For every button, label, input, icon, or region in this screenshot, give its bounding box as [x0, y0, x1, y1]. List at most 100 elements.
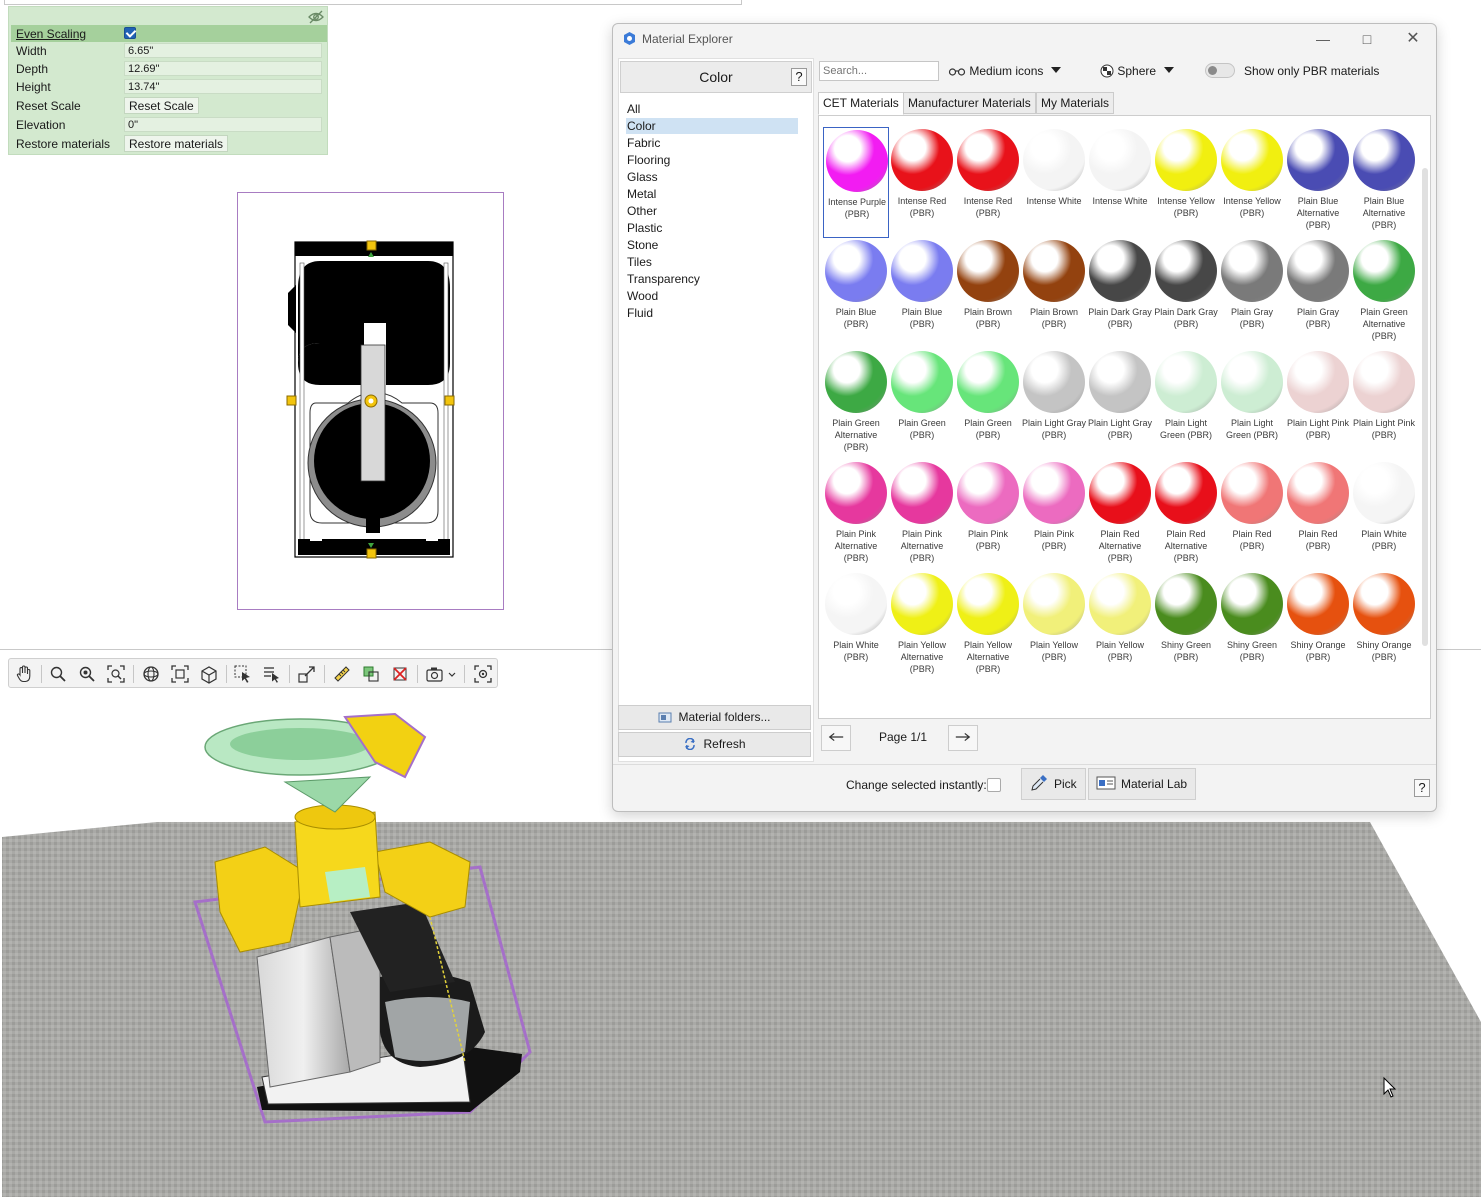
material-tile[interactable]: Intense Purple (PBR): [1351, 116, 1417, 127]
help-button-bottom[interactable]: ?: [1414, 779, 1430, 797]
category-fluid[interactable]: Fluid: [626, 305, 798, 321]
material-tile[interactable]: Intense Cyan (PBR): [1021, 116, 1087, 127]
material-tile[interactable]: Intense Blue (PBR): [823, 116, 889, 127]
material-tile[interactable]: Plain Brown (PBR): [955, 238, 1021, 349]
hand-pan-icon[interactable]: [13, 663, 35, 685]
material-tile[interactable]: Plain Gray (PBR): [1219, 238, 1285, 349]
material-tile[interactable]: Plain Pink (PBR): [955, 460, 1021, 571]
material-tile[interactable]: Plain Green (PBR): [955, 349, 1021, 460]
maximize-icon[interactable]: □: [1353, 28, 1381, 50]
material-tile[interactable]: Plain Light Gray (PBR): [1021, 349, 1087, 460]
minimize-icon[interactable]: —: [1309, 28, 1337, 50]
tab-my-materials[interactable]: My Materials: [1036, 92, 1115, 114]
depth-field[interactable]: 12.69": [124, 61, 322, 76]
material-tile[interactable]: Plain Green Alternative (PBR): [823, 349, 889, 460]
material-tile[interactable]: Plain Yellow Alternative (PBR): [955, 571, 1021, 682]
help-button[interactable]: ?: [791, 68, 807, 86]
next-page-button[interactable]: [948, 725, 978, 751]
material-tile[interactable]: Intense White: [1087, 127, 1153, 238]
pick-button[interactable]: Pick: [1021, 768, 1086, 800]
prev-page-button[interactable]: [821, 725, 851, 751]
material-tile[interactable]: Plain White (PBR): [1351, 460, 1417, 571]
material-tile[interactable]: Intense Orange (PBR): [1219, 116, 1285, 127]
material-tile[interactable]: Plain Red Alternative (PBR): [1087, 460, 1153, 571]
width-field[interactable]: 6.65": [124, 43, 322, 58]
category-wood[interactable]: Wood: [626, 288, 798, 304]
zoom-icon[interactable]: [47, 663, 69, 685]
reset-scale-button[interactable]: Reset Scale: [124, 97, 199, 114]
material-tile[interactable]: Plain Light Green (PBR): [1219, 349, 1285, 460]
even-scaling-checkbox[interactable]: [124, 27, 136, 39]
hide-panel-icon[interactable]: [307, 9, 325, 25]
delete-tool-icon[interactable]: [389, 663, 411, 685]
select-list-icon[interactable]: [261, 663, 283, 685]
refresh-button[interactable]: Refresh: [618, 732, 811, 757]
fit-selection-icon[interactable]: [169, 663, 191, 685]
material-tile[interactable]: Shiny Green (PBR): [1219, 571, 1285, 682]
close-icon[interactable]: ✕: [1399, 28, 1427, 50]
category-plastic[interactable]: Plastic: [626, 220, 798, 236]
material-tile[interactable]: Plain Light Pink (PBR): [1285, 349, 1351, 460]
material-tile[interactable]: Intense Orange (PBR): [1285, 116, 1351, 127]
category-metal[interactable]: Metal: [626, 186, 798, 202]
material-tile[interactable]: Shiny Orange (PBR): [1285, 571, 1351, 682]
measure-icon[interactable]: [331, 663, 353, 685]
material-tile[interactable]: Intense White: [1021, 127, 1087, 238]
material-tile[interactable]: Plain Dark Gray (PBR): [1087, 238, 1153, 349]
orbit-icon[interactable]: [140, 663, 162, 685]
zoom-in-icon[interactable]: [76, 663, 98, 685]
category-color[interactable]: Color: [626, 118, 798, 134]
transform-icon[interactable]: [296, 663, 318, 685]
material-tile[interactable]: Plain Pink (PBR): [1021, 460, 1087, 571]
material-tile[interactable]: Plain Yellow (PBR): [1087, 571, 1153, 682]
category-stone[interactable]: Stone: [626, 237, 798, 253]
height-field[interactable]: 13.74": [124, 79, 322, 94]
material-lab-button[interactable]: Material Lab: [1088, 768, 1197, 800]
material-tile[interactable]: Plain Light Pink (PBR): [1351, 349, 1417, 460]
material-tile[interactable]: Plain Pink Alternative (PBR): [889, 460, 955, 571]
zoom-extents-icon[interactable]: [105, 663, 127, 685]
material-tile[interactable]: Plain Light Green (PBR): [1153, 349, 1219, 460]
material-tile[interactable]: Intense Green (PBR): [1153, 116, 1219, 127]
material-tile[interactable]: Intense Blue (PBR): [889, 116, 955, 127]
material-tile[interactable]: Intense Purple (PBR): [823, 127, 889, 238]
category-fabric[interactable]: Fabric: [626, 135, 798, 151]
search-input[interactable]: [819, 61, 939, 81]
material-tile[interactable]: Intense Green (PBR): [1087, 116, 1153, 127]
coffee-maker-plan-symbol[interactable]: [238, 193, 505, 611]
material-tile[interactable]: Plain Green (PBR): [889, 349, 955, 460]
shape-dropdown[interactable]: Sphere: [1100, 63, 1175, 79]
camera-icon[interactable]: [424, 663, 458, 685]
elevation-field[interactable]: 0": [124, 117, 322, 132]
material-tile[interactable]: Plain Yellow (PBR): [1021, 571, 1087, 682]
tab-manufacturer-materials[interactable]: Manufacturer Materials: [903, 92, 1036, 114]
material-tile[interactable]: Plain Yellow Alternative (PBR): [889, 571, 955, 682]
material-tile[interactable]: Intense Yellow (PBR): [1153, 127, 1219, 238]
material-tile[interactable]: Plain Red (PBR): [1219, 460, 1285, 571]
material-tile[interactable]: Plain Blue Alternative (PBR): [1285, 127, 1351, 238]
category-other[interactable]: Other: [626, 203, 798, 219]
material-tile[interactable]: Plain White (PBR): [823, 571, 889, 682]
material-tile[interactable]: Shiny Orange (PBR): [1351, 571, 1417, 682]
material-tile[interactable]: Plain Red (PBR): [1285, 460, 1351, 571]
material-tile[interactable]: Intense Red (PBR): [889, 127, 955, 238]
select-icon[interactable]: [232, 663, 254, 685]
material-tile[interactable]: Plain Brown (PBR): [1021, 238, 1087, 349]
category-glass[interactable]: Glass: [626, 169, 798, 185]
material-tile[interactable]: Intense Cyan (PBR): [955, 116, 1021, 127]
category-all[interactable]: All: [626, 101, 798, 117]
material-tile[interactable]: Intense Red (PBR): [955, 127, 1021, 238]
tab-cet-materials[interactable]: CET Materials: [818, 92, 904, 115]
material-tile[interactable]: Plain Pink Alternative (PBR): [823, 460, 889, 571]
title-bar[interactable]: Material Explorer — □ ✕: [613, 24, 1436, 54]
material-tile[interactable]: Plain Gray (PBR): [1285, 238, 1351, 349]
pbr-only-toggle[interactable]: [1205, 63, 1235, 78]
material-tile[interactable]: Plain Blue (PBR): [889, 238, 955, 349]
material-folders-button[interactable]: Material folders...: [618, 705, 811, 730]
material-tile[interactable]: Plain Light Gray (PBR): [1087, 349, 1153, 460]
material-tile[interactable]: Shiny Green (PBR): [1153, 571, 1219, 682]
change-instantly-checkbox[interactable]: [987, 778, 1001, 792]
category-flooring[interactable]: Flooring: [626, 152, 798, 168]
material-tile[interactable]: Plain Red Alternative (PBR): [1153, 460, 1219, 571]
icon-size-dropdown[interactable]: Medium icons: [948, 63, 1062, 79]
